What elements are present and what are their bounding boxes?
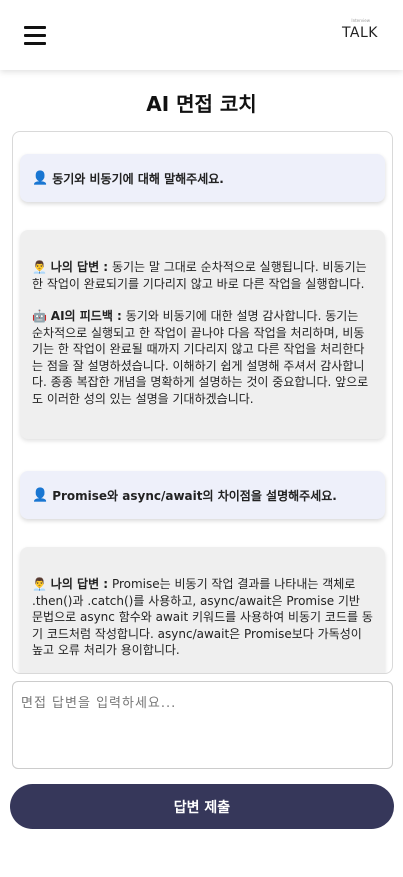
chat-history[interactable]: 👤 동기와 비동기에 대해 말해주세요. 👨‍💼 나의 답변 : 동기는 말 그… bbox=[12, 131, 393, 674]
app-logo[interactable]: TALK bbox=[342, 25, 378, 41]
app-header: Interview TALK bbox=[0, 0, 403, 70]
interviewee-icon: 👨‍💼 bbox=[32, 577, 47, 591]
question-card: 👤 Promise와 async/await의 차이점을 설명해주세요. bbox=[20, 471, 385, 519]
hamburger-menu-icon[interactable] bbox=[24, 26, 46, 46]
question-text: 동기와 비동기에 대해 말해주세요. bbox=[52, 171, 224, 186]
page-title: AI 면접 코치 bbox=[146, 92, 257, 116]
user-icon: 👤 bbox=[32, 487, 49, 503]
logo-subtext: Interview bbox=[351, 18, 370, 23]
answer-card: 👨‍💼 나의 답변 : 동기는 말 그대로 순차적으로 실행됩니다. 비동기는 … bbox=[20, 230, 385, 439]
robot-icon: 🤖 bbox=[32, 309, 47, 323]
feedback-text: 동기와 비동기에 대한 설명 감사합니다. 동기는 순차적으로 실행되고 한 작… bbox=[32, 309, 369, 406]
feedback-label: AI의 피드백 : bbox=[50, 309, 122, 323]
answer-card: 👨‍💼 나의 답변 : Promise는 비동기 작업 결과를 나타내는 객체로… bbox=[20, 547, 385, 673]
answer-label: 나의 답변 : bbox=[50, 577, 109, 591]
interviewee-icon: 👨‍💼 bbox=[32, 260, 47, 274]
submit-answer-button[interactable]: 답변 제출 bbox=[10, 784, 394, 829]
answer-label: 나의 답변 : bbox=[50, 260, 109, 274]
user-icon: 👤 bbox=[32, 170, 49, 186]
question-text: Promise와 async/await의 차이점을 설명해주세요. bbox=[52, 488, 337, 503]
question-card: 👤 동기와 비동기에 대해 말해주세요. bbox=[20, 154, 385, 202]
answer-input[interactable] bbox=[12, 681, 393, 769]
